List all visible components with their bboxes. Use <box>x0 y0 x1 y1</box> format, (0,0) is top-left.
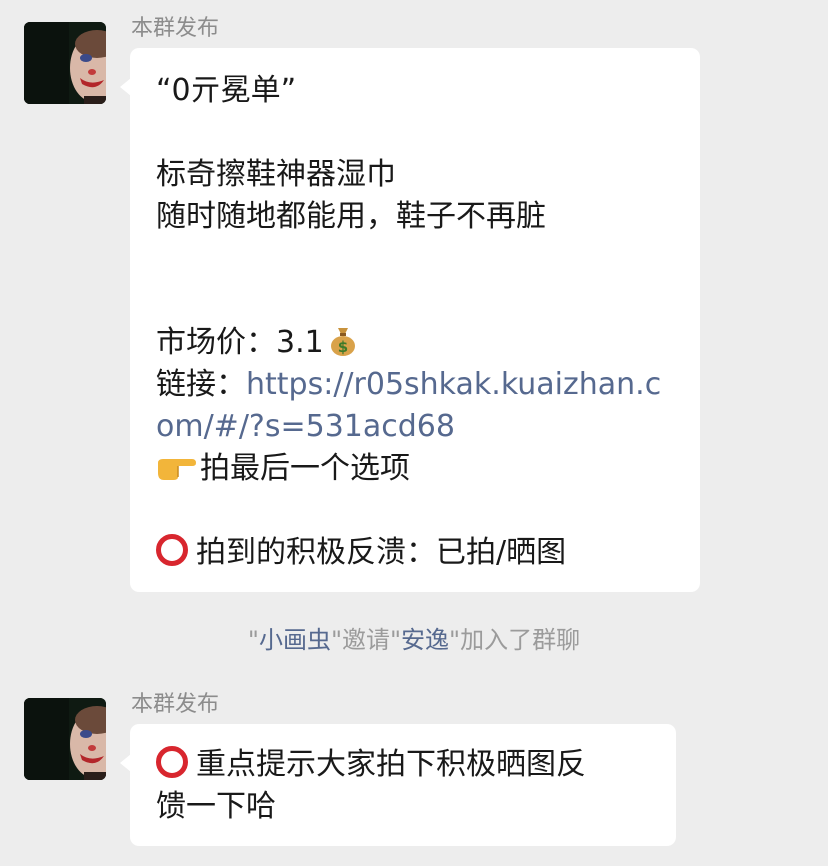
sender-avatar[interactable] <box>24 22 106 104</box>
message-bubble[interactable]: 重点提示大家拍下积极晒图反 馈一下哈 <box>120 724 676 846</box>
price-label: 市场价： <box>156 325 276 360</box>
red-circle-icon <box>156 746 188 778</box>
clown-avatar-icon <box>24 698 106 780</box>
link-label: 链接： <box>156 367 246 402</box>
clown-avatar-icon <box>24 22 106 104</box>
reminder-text: 重点提示大家拍下积极晒图反 <box>196 747 586 782</box>
sender-avatar[interactable] <box>24 698 106 780</box>
product-slogan: 随时随地都能用，鞋子不再脏 <box>156 199 546 234</box>
feedback-text: 拍到的积极反溃：已拍/晒图 <box>196 535 567 570</box>
sender-name: 本群发布 <box>131 16 220 41</box>
instruction-text: 拍最后一个选项 <box>200 451 410 486</box>
red-circle-icon <box>156 534 188 566</box>
quote-mark: " <box>449 626 461 654</box>
price-line: 市场价：3.1 $ <box>156 322 676 364</box>
reminder-line: 重点提示大家拍下积极晒图反 <box>156 744 652 786</box>
price-value: 3.1 <box>276 325 324 360</box>
invite-action: 邀请 <box>342 626 390 654</box>
instruction-line: 拍最后一个选项 <box>156 448 676 490</box>
link-line: 链接：https://r05shkak.kuaizhan.c <box>156 364 676 406</box>
product-name: 标奇擦鞋神器湿巾 <box>156 157 396 192</box>
sender-name: 本群发布 <box>131 692 220 717</box>
product-link[interactable]: https://r05shkak.kuaizhan.c <box>246 367 661 402</box>
post-title: “0亓冕单” <box>156 73 297 108</box>
quote-mark: " <box>390 626 402 654</box>
invitee-name[interactable]: 安逸 <box>401 626 449 654</box>
inviter-name[interactable]: 小画虫 <box>259 626 331 654</box>
notice-suffix: 加入了群聊 <box>460 626 581 654</box>
message-bubble[interactable]: “0亓冕单” 标奇擦鞋神器湿巾 随时随地都能用，鞋子不再脏 市场价：3.1 $ 链… <box>120 48 700 592</box>
chat-window: 本群发布 “0亓冕单” 标奇擦鞋神器湿巾 随时随地都能用，鞋子不再脏 市场价：3… <box>0 0 828 866</box>
quote-mark: " <box>247 626 259 654</box>
quote-mark: " <box>330 626 342 654</box>
system-notice: "小画虫"邀请"安逸"加入了群聊 <box>0 624 828 656</box>
reminder-text-continued: 馈一下哈 <box>156 789 276 824</box>
product-link-continued[interactable]: om/#/?s=531acd68 <box>156 406 676 448</box>
feedback-line: 拍到的积极反溃：已拍/晒图 <box>156 532 676 574</box>
money-bag-icon: $ <box>330 328 355 356</box>
pointing-hand-icon <box>158 459 196 480</box>
svg-text:$: $ <box>338 338 348 356</box>
